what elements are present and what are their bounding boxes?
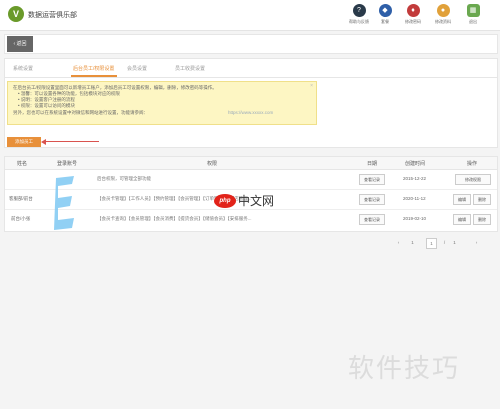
notice-link[interactable]: https://www.xxxxx.com (228, 110, 273, 115)
active-tab-indicator (71, 75, 117, 77)
edit-button[interactable]: 编辑 (453, 214, 471, 225)
page-separator: / (443, 240, 446, 245)
delete-button[interactable]: 删除 (473, 214, 491, 225)
page-input[interactable]: 1 (426, 238, 437, 249)
tab-staff-permissions[interactable]: 后台员工/权限设置 (73, 65, 114, 72)
php-badge: php (214, 193, 236, 208)
row-name: 客服部/前台 (9, 196, 33, 201)
close-icon[interactable]: × (310, 83, 313, 89)
col-date: 日期 (367, 161, 378, 167)
question-icon: ? (352, 4, 366, 17)
logout-tool-label: 退出 (469, 19, 477, 24)
tab-staff-fee-settings[interactable]: 员工收费设置 (175, 65, 205, 72)
col-created: 创建时间 (405, 161, 426, 167)
shield-icon: ♦ (406, 4, 420, 17)
redaction-scribble (54, 176, 74, 230)
row-permission: 后台权限，可管理全部功能 (97, 176, 151, 181)
help-tool[interactable]: ? 帮助与反馈 (346, 4, 372, 25)
profile-tool[interactable]: ● 修改资料 (430, 4, 456, 25)
tab-system-settings[interactable]: 系统设置 (13, 65, 33, 72)
settings-tabs: 系统设置 后台员工/权限设置 会员设置 员工收费设置 (5, 59, 497, 78)
row-date: 2020-11-12 (403, 196, 426, 201)
app-logo: V (8, 6, 24, 22)
col-account: 登录账号 (57, 161, 78, 167)
col-name: 姓名 (17, 161, 28, 167)
tab-member-settings[interactable]: 会员设置 (127, 65, 147, 72)
back-button[interactable]: ‹ 返回 (7, 36, 33, 52)
edit-permission-button[interactable]: 修改权限 (455, 174, 491, 185)
logout-tool[interactable]: ▦ 退出 (460, 4, 486, 25)
row-name: 前台/小张 (11, 216, 31, 221)
arrow-head (41, 139, 46, 145)
table-row: 前台/小张 【会员卡查询】【会员管理】【会员消费】【提货会员】【储值会员】【安排… (5, 210, 497, 229)
package-tool[interactable]: ◆ 套餐 (372, 4, 398, 25)
help-tool-label: 帮助与反馈 (349, 19, 369, 24)
back-label: 返回 (16, 41, 27, 47)
page-total: 1 (453, 240, 456, 245)
password-tool-label: 修改密码 (405, 19, 421, 24)
top-bar: V 数据运营俱乐部 ? 帮助与反馈 ◆ 套餐 ♦ 修改密码 ● 修改资料 ▦ 退… (0, 0, 500, 31)
settings-card: 系统设置 后台员工/权限设置 会员设置 员工收费设置 × 在后台员工/权限设置里… (4, 58, 498, 148)
pagination: ‹ 1 1 / 1 › (394, 238, 490, 249)
php-watermark: php 中文网 (214, 192, 274, 209)
edit-button[interactable]: 编辑 (453, 194, 471, 205)
row-date: 2015-12-22 (403, 176, 427, 181)
row-date: 2019-02-10 (403, 216, 427, 221)
delete-button[interactable]: 删除 (473, 194, 491, 205)
page-1-button[interactable]: 1 (408, 238, 417, 247)
password-tool[interactable]: ♦ 修改密码 (400, 4, 426, 25)
php-watermark-text: 中文网 (238, 194, 275, 208)
table-row: 后台权限，可管理全部功能 查看记录 2015-12-22 修改权限 (5, 170, 497, 190)
diamond-icon: ◆ (378, 4, 392, 17)
profile-tool-label: 修改资料 (435, 19, 451, 24)
col-actions: 操作 (467, 161, 478, 167)
table-header: 姓名 登录账号 权限 日期 创建时间 操作 (5, 157, 497, 170)
back-bar: ‹ 返回 (4, 34, 498, 54)
next-page-button[interactable]: › (472, 238, 481, 247)
view-records-button[interactable]: 查看记录 (359, 174, 385, 185)
add-staff-button[interactable]: 添加员工 (7, 137, 41, 147)
notice-box: × 在后台员工/权限设置里面可以新增员工账户，添加后员工可设置权限，编辑，删除，… (7, 81, 317, 125)
site-watermark: 软件技巧 (348, 354, 461, 384)
arrow-line (45, 141, 99, 142)
brand-name: 数据运营俱乐部 (28, 12, 77, 19)
view-records-button[interactable]: 查看记录 (359, 214, 385, 225)
view-records-button[interactable]: 查看记录 (359, 194, 385, 205)
notice-line: 另外，您也可以在系统设置中对微信和网站进行设置，功能请参阅： (13, 110, 148, 115)
notice-line: • 权限：设置可以访问的模块 (18, 103, 75, 108)
user-icon: ● (436, 4, 450, 17)
package-tool-label: 套餐 (381, 19, 389, 24)
row-permission: 【会员卡查询】【会员管理】【会员消费】【提货会员】【储值会员】【安排服务... (97, 216, 252, 221)
prev-page-button[interactable]: ‹ (394, 238, 403, 247)
grid-icon: ▦ (466, 4, 480, 17)
col-permission: 权限 (207, 161, 218, 167)
